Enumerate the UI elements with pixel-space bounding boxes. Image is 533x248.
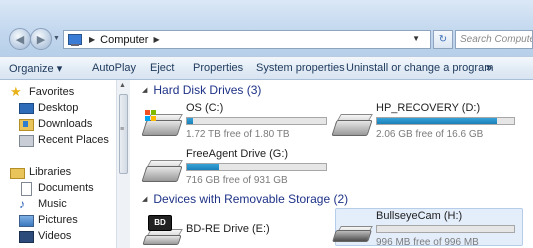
group-header-hard-disk-drives[interactable]: ◢ Hard Disk Drives (3)	[142, 83, 261, 97]
organize-button[interactable]: Organize ▾	[9, 62, 62, 75]
nav-recent-places-label: Recent Places	[38, 134, 109, 146]
refresh-button[interactable]: ↻	[433, 30, 453, 49]
group-title: Hard Disk Drives (3)	[153, 83, 262, 97]
nav-desktop[interactable]: Desktop	[19, 102, 78, 114]
libraries-icon	[10, 166, 25, 179]
group-header-removable-storage[interactable]: ◢ Devices with Removable Storage (2)	[142, 192, 348, 206]
nav-desktop-label: Desktop	[38, 102, 79, 114]
collapse-triangle-icon[interactable]: ◢	[142, 195, 147, 203]
downloads-folder-icon	[19, 118, 34, 131]
nav-libraries-label: Libraries	[29, 166, 72, 178]
drive-name: HP_RECOVERY (D:)	[376, 102, 481, 114]
drive-name: OS (C:)	[186, 102, 224, 114]
back-arrow-icon: ◀	[15, 33, 25, 46]
nav-downloads[interactable]: Downloads	[19, 118, 93, 131]
drive-free-space: 1.72 TB free of 1.80 TB	[186, 129, 290, 140]
breadcrumb-arrow-icon[interactable]: ▶	[89, 35, 95, 44]
properties-button[interactable]: Properties	[193, 62, 243, 74]
nav-videos[interactable]: Videos	[19, 230, 72, 243]
music-icon: ♪	[19, 197, 25, 211]
address-bar-area: ◀ ▶ ▼ ▶ Computer ▶ ▼ ↻ Search Computer	[0, 0, 533, 56]
nav-music-label: Music	[38, 198, 67, 210]
videos-icon	[19, 230, 34, 243]
back-button[interactable]: ◀	[9, 28, 31, 50]
drive-free-space: 996 MB free of 996 MB	[376, 237, 479, 248]
scroll-up-icon[interactable]: ▲	[119, 82, 126, 89]
system-properties-button[interactable]: System properties	[256, 62, 345, 74]
drive-os-c[interactable]: OS (C:) 1.72 TB free of 1.80 TB	[141, 102, 332, 142]
address-input[interactable]: ▶ Computer ▶ ▼	[63, 30, 431, 49]
address-dropdown-icon[interactable]: ▼	[412, 34, 420, 43]
nav-downloads-label: Downloads	[38, 118, 93, 130]
uninstall-program-button[interactable]: Uninstall or change a program	[346, 62, 493, 74]
star-icon: ★	[10, 84, 22, 99]
drive-usage-bar	[376, 117, 515, 125]
drive-freeagent-g[interactable]: FreeAgent Drive (G:) 716 GB free of 931 …	[141, 148, 332, 188]
nav-pictures-label: Pictures	[38, 214, 78, 226]
navigation-scrollbar[interactable]: ▲ ≡	[116, 80, 130, 248]
drive-name: BullseyeCam (H:)	[376, 210, 463, 222]
forward-arrow-icon: ▶	[36, 33, 46, 46]
drive-name: BD-RE Drive (E:)	[186, 223, 270, 235]
nav-favorites[interactable]: ★ Favorites	[10, 84, 75, 99]
nav-videos-label: Videos	[38, 230, 72, 242]
navigation-pane: ★ Favorites Desktop Downloads Recent Pla…	[0, 80, 122, 248]
scrollbar-grip-icon: ≡	[120, 126, 125, 133]
group-title: Devices with Removable Storage (2)	[153, 192, 349, 206]
breadcrumb-computer[interactable]: Computer	[100, 34, 148, 46]
refresh-icon: ↻	[438, 34, 448, 45]
drive-hp-recovery-d[interactable]: HP_RECOVERY (D:) 2.06 GB free of 16.6 GB	[331, 102, 522, 142]
computer-icon	[68, 33, 84, 46]
documents-icon	[19, 182, 33, 196]
scrollbar-thumb[interactable]	[119, 94, 128, 174]
collapse-triangle-icon[interactable]: ◢	[142, 86, 147, 94]
content-pane: ◢ Hard Disk Drives (3) OS (C:) 1.72 TB f…	[130, 80, 533, 248]
drive-name: FreeAgent Drive (G:)	[186, 148, 289, 160]
hard-drive-icon	[141, 156, 183, 184]
hard-drive-icon	[331, 110, 373, 138]
forward-button[interactable]: ▶	[30, 28, 52, 50]
nav-recent-places[interactable]: Recent Places	[19, 134, 109, 147]
search-input[interactable]: Search Computer	[455, 30, 533, 49]
more-commands-button[interactable]: »	[486, 62, 492, 74]
drive-free-space: 2.06 GB free of 16.6 GB	[376, 129, 484, 140]
desktop-icon	[19, 102, 34, 114]
recent-places-icon	[19, 134, 34, 147]
drive-usage-bar	[186, 117, 327, 125]
bd-drive-icon: BD	[142, 215, 183, 245]
pictures-icon	[19, 214, 34, 227]
windows-logo-icon	[145, 110, 157, 122]
drive-bd-re-e[interactable]: BD BD-RE Drive (E:)	[142, 213, 332, 247]
eject-button[interactable]: Eject	[150, 62, 174, 74]
breadcrumb-arrow-icon[interactable]: ▶	[153, 35, 159, 44]
nav-documents-label: Documents	[38, 182, 94, 194]
drive-bullseyecam-h[interactable]: BullseyeCam (H:) 996 MB free of 996 MB	[332, 210, 522, 248]
command-bar: Organize ▾ AutoPlay Eject Properties Sys…	[0, 56, 533, 80]
nav-libraries[interactable]: Libraries	[10, 166, 72, 179]
recent-pages-dropdown-icon[interactable]: ▼	[53, 35, 60, 42]
autoplay-button[interactable]: AutoPlay	[92, 62, 136, 74]
bd-logo: BD	[148, 215, 172, 231]
nav-pictures[interactable]: Pictures	[19, 214, 78, 227]
nav-music[interactable]: ♪ Music	[19, 198, 67, 210]
drive-usage-bar	[186, 163, 327, 171]
nav-favorites-label: Favorites	[29, 86, 75, 98]
drive-free-space: 716 GB free of 931 GB	[186, 175, 288, 186]
drive-usage-bar	[376, 225, 515, 233]
removable-drive-icon	[332, 220, 373, 248]
hard-drive-windows-icon	[141, 110, 183, 138]
nav-documents[interactable]: Documents	[19, 182, 94, 196]
